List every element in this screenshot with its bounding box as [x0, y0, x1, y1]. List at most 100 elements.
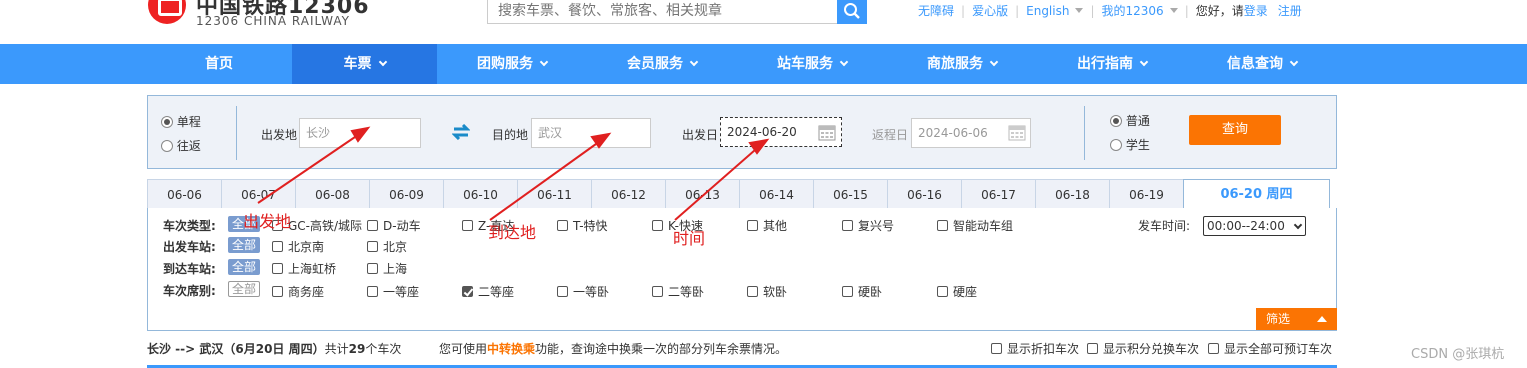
query-button[interactable]: 查询	[1189, 115, 1281, 145]
from-station-checkbox[interactable]: 北京南	[272, 238, 324, 255]
top-links: 无障碍 | 爱心版 | English | 我的12306 | 您好，请登录 注册	[918, 2, 1302, 18]
site-search-button[interactable]	[837, 0, 867, 24]
date-tab[interactable]: 06-12	[591, 179, 666, 209]
date-tab[interactable]: 06-16	[887, 179, 962, 209]
checkbox-label: 其他	[763, 219, 788, 233]
depart-time-label: 发车时间:	[1138, 219, 1191, 233]
annotation-to: 到达地	[488, 223, 537, 242]
checkbox-icon	[842, 286, 853, 297]
nav-item-tickets[interactable]: 车票	[292, 44, 437, 84]
swap-stations-icon[interactable]	[452, 124, 470, 140]
date-tab[interactable]: 06-20 周四	[1183, 179, 1330, 209]
calendar-icon[interactable]	[1008, 123, 1026, 141]
date-tab[interactable]: 06-10	[443, 179, 518, 209]
my12306-dropdown[interactable]: 我的12306	[1102, 2, 1178, 19]
radio-label: 单程	[176, 115, 201, 129]
date-tab[interactable]: 06-11	[517, 179, 592, 209]
checkbox-label: 显示折扣车次	[1007, 342, 1080, 356]
checkbox-label: 北京南	[288, 240, 325, 254]
show-discount-checkbox[interactable]: 显示折扣车次	[991, 340, 1079, 357]
nav-item-group[interactable]: 团购服务	[437, 44, 587, 84]
watermark: CSDN @张琪杭	[1411, 347, 1505, 362]
care-version-link[interactable]: 爱心版	[972, 2, 1008, 19]
checkbox-label: 上海虹桥	[288, 262, 337, 276]
nav-item-home[interactable]: 首页	[144, 44, 294, 84]
chevron-down-icon	[839, 57, 849, 67]
train-type-checkbox[interactable]: D-动车	[367, 217, 421, 234]
transfer-link[interactable]: 中转换乘	[487, 342, 535, 356]
calendar-icon[interactable]	[818, 123, 836, 141]
radio-icon	[1110, 139, 1122, 151]
trip-oneway-radio[interactable]: 单程	[161, 113, 201, 130]
date-tab[interactable]: 06-07	[221, 179, 296, 209]
seat-type-checkbox[interactable]: 商务座	[272, 283, 324, 300]
checkbox-label: 一等卧	[573, 285, 610, 299]
to-station-all-button[interactable]: 全部	[228, 259, 260, 275]
divider: |	[961, 4, 966, 18]
login-link[interactable]: 登录	[1244, 2, 1268, 19]
accessible-link[interactable]: 无障碍	[918, 2, 954, 19]
train-count: 29	[348, 342, 366, 356]
ticket-type-normal-radio[interactable]: 普通	[1110, 112, 1150, 129]
checkbox-icon	[272, 241, 283, 252]
checkbox-icon	[747, 220, 758, 231]
date-tab[interactable]: 06-19	[1109, 179, 1184, 209]
to-station-checkbox[interactable]: 上海虹桥	[272, 260, 336, 277]
to-label: 目的地	[492, 128, 529, 142]
chevron-down-icon	[1289, 57, 1299, 67]
from-station-input[interactable]: 长沙	[299, 118, 421, 148]
nav-item-business[interactable]: 商旅服务	[887, 44, 1037, 84]
filter-toggle-button[interactable]: 筛选	[1256, 308, 1337, 330]
trip-round-radio[interactable]: 往返	[161, 137, 201, 154]
date-tab[interactable]: 06-08	[295, 179, 370, 209]
seat-type-checkbox[interactable]: 硬座	[937, 283, 977, 300]
register-link[interactable]: 注册	[1278, 2, 1302, 19]
depart-time-select[interactable]: 00:00--24:00	[1203, 216, 1306, 236]
seat-type-checkbox[interactable]: 一等卧	[557, 283, 609, 300]
checkbox-label: 商务座	[288, 285, 325, 299]
show-all-checkbox[interactable]: 显示全部可预订车次	[1208, 340, 1332, 357]
annotation-from: 出发地	[243, 212, 292, 231]
railway-logo-icon[interactable]	[148, 0, 186, 24]
checkbox-label: GC-高铁/城际	[288, 219, 363, 233]
to-station-input[interactable]: 武汉	[531, 118, 651, 148]
nav-item-info[interactable]: 信息查询	[1187, 44, 1337, 84]
seat-type-checkbox[interactable]: 二等卧	[652, 283, 704, 300]
date-tab[interactable]: 06-15	[813, 179, 888, 209]
checkbox-icon	[842, 220, 853, 231]
ticket-type-student-radio[interactable]: 学生	[1110, 136, 1150, 153]
radio-icon	[1110, 115, 1122, 127]
date-tab[interactable]: 06-09	[369, 179, 444, 209]
radio-label: 普通	[1125, 114, 1150, 128]
date-tab[interactable]: 06-14	[739, 179, 814, 209]
to-station-checkbox[interactable]: 上海	[367, 260, 407, 277]
show-points-checkbox[interactable]: 显示积分兑换车次	[1087, 340, 1199, 357]
nav-label: 会员服务	[627, 56, 683, 72]
seat-type-checkbox[interactable]: 二等座	[462, 283, 514, 300]
seat-type-checkbox[interactable]: 一等座	[367, 283, 419, 300]
nav-item-member[interactable]: 会员服务	[587, 44, 737, 84]
date-tab[interactable]: 06-17	[961, 179, 1036, 209]
from-station-checkbox[interactable]: 北京	[367, 238, 407, 255]
select-value: 00:00--24:00	[1207, 219, 1285, 233]
train-type-checkbox[interactable]: 智能动车组	[937, 217, 1013, 234]
seat-type-checkbox[interactable]: 软卧	[747, 283, 787, 300]
train-type-checkbox[interactable]: 复兴号	[842, 217, 894, 234]
nav-item-guide[interactable]: 出行指南	[1037, 44, 1187, 84]
tip-prefix: 您可使用	[439, 342, 488, 356]
from-station-all-button[interactable]: 全部	[228, 237, 260, 253]
checkbox-icon	[991, 343, 1002, 354]
site-search-input[interactable]	[488, 0, 839, 23]
chevron-down-icon	[539, 57, 549, 67]
date-tab[interactable]: 06-06	[147, 179, 222, 209]
seat-type-checkbox[interactable]: 硬卧	[842, 283, 882, 300]
route-text: 长沙 --> 武汉（6月20日 周四）	[147, 342, 325, 356]
train-type-checkbox[interactable]: T-特快	[557, 217, 608, 234]
date-tab[interactable]: 06-18	[1035, 179, 1110, 209]
language-dropdown[interactable]: English	[1026, 4, 1084, 18]
nav-item-station[interactable]: 站车服务	[737, 44, 887, 84]
train-type-checkbox[interactable]: 其他	[747, 217, 787, 234]
checkbox-icon	[367, 263, 378, 274]
date-tab[interactable]: 06-13	[665, 179, 740, 209]
seat-all-button[interactable]: 全部	[228, 281, 260, 297]
